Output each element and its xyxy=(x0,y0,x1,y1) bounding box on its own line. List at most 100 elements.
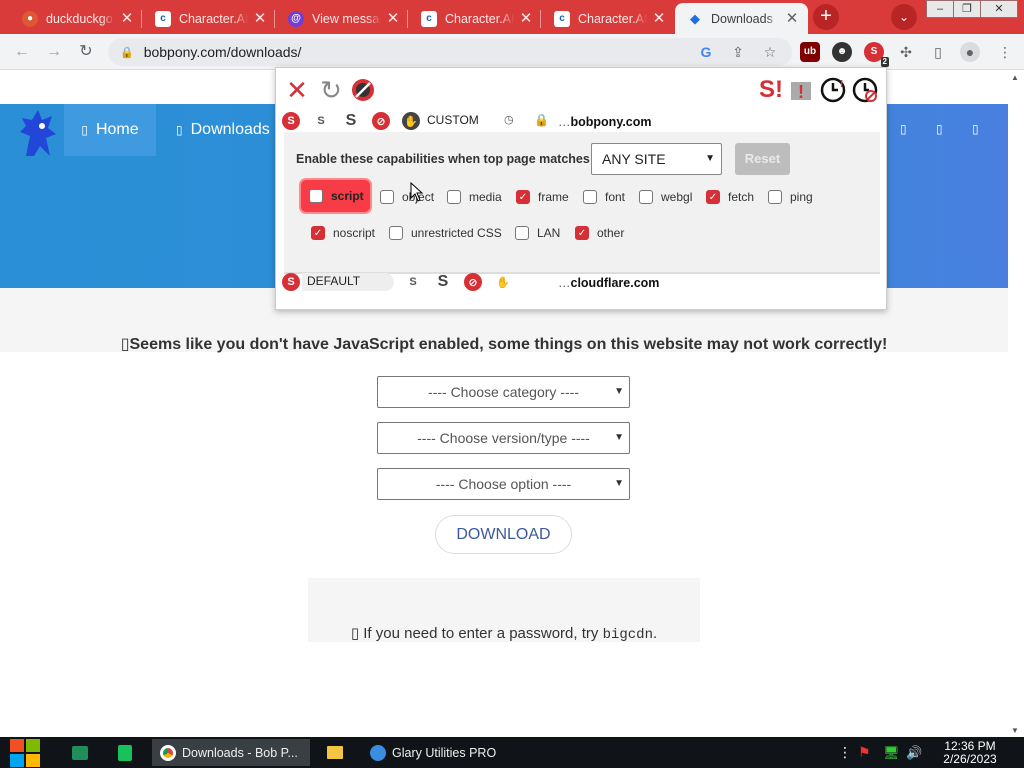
google-icon[interactable]: G xyxy=(696,42,716,62)
capability-noscript[interactable]: ✓ noscript xyxy=(311,224,375,242)
scroll-down-icon[interactable]: ▼ xyxy=(1011,726,1019,735)
tab-view-message[interactable]: @ View message ✕ xyxy=(276,3,409,34)
untrusted-preset-icon[interactable]: ⊘ xyxy=(372,112,390,130)
forward-icon[interactable]: → xyxy=(42,40,66,64)
page-scrollbar[interactable]: ▲ ▼ xyxy=(1008,71,1024,737)
trusted-preset-icon[interactable]: S xyxy=(342,112,360,130)
reload-page-icon[interactable]: ↻ xyxy=(318,75,344,105)
capability-script[interactable]: script xyxy=(301,180,370,212)
close-tab-icon[interactable]: ✕ xyxy=(385,10,401,27)
site-name[interactable]: bobpony.com xyxy=(571,115,652,129)
address-bar[interactable]: 🔒 bobpony.com/downloads/ xyxy=(108,38,792,66)
capability-object[interactable]: object xyxy=(380,188,434,206)
capability-ping[interactable]: ping xyxy=(768,188,813,206)
overflow-icon[interactable]: ⋮ xyxy=(838,737,852,768)
taskbar-app-icon[interactable] xyxy=(72,737,88,768)
profile-icon[interactable]: ● xyxy=(960,42,980,62)
revoke-temp-clock-icon[interactable] xyxy=(852,77,878,103)
tab-downloads[interactable]: ◆ Downloads ✕ xyxy=(675,3,808,34)
scroll-up-icon[interactable]: ▲ xyxy=(1011,73,1019,82)
capability-frame[interactable]: ✓ frame xyxy=(516,188,569,206)
checkbox-checked[interactable]: ✓ xyxy=(706,190,720,204)
trusted-preset-icon[interactable]: S xyxy=(434,273,452,291)
bookmark-star-icon[interactable]: ☆ xyxy=(760,42,780,62)
checkbox[interactable] xyxy=(389,226,403,240)
reload-icon[interactable]: ↻ xyxy=(74,40,98,64)
checkbox[interactable] xyxy=(583,190,597,204)
capability-media[interactable]: media xyxy=(447,188,502,206)
extension-avatar-icon[interactable]: ☻ xyxy=(832,42,852,62)
close-tab-icon[interactable]: ✕ xyxy=(119,10,135,27)
nav-icon[interactable]: ▯ xyxy=(900,122,907,136)
checkbox[interactable] xyxy=(515,226,529,240)
back-icon[interactable]: ← xyxy=(10,40,34,64)
custom-preset-icon[interactable]: ✋ xyxy=(402,112,420,130)
tab-duckduckgo[interactable]: ● duckduckgo ✕ xyxy=(10,3,143,34)
extensions-puzzle-icon[interactable]: ✣ xyxy=(896,42,916,62)
checkbox[interactable] xyxy=(768,190,782,204)
disable-restrictions-tab-icon[interactable]: S! xyxy=(758,76,784,103)
start-button[interactable] xyxy=(8,737,42,768)
capability-lan[interactable]: LAN xyxy=(515,224,560,242)
side-panel-icon[interactable]: ▯ xyxy=(928,42,948,62)
close-tab-icon[interactable]: ✕ xyxy=(252,10,268,27)
nav-home[interactable]: ▯ Home xyxy=(64,104,156,156)
taskbar-chrome[interactable]: Downloads - Bob P... xyxy=(152,739,310,766)
close-popup-icon[interactable]: ✕ xyxy=(284,75,310,105)
noscript-extension-icon[interactable]: S 2 xyxy=(864,42,889,67)
temp-trusted-preset-icon[interactable]: S xyxy=(404,273,422,291)
system-clock[interactable]: 12:36 PM 2/26/2023 xyxy=(930,740,1010,766)
version-select[interactable]: ---- Choose version/type ---- ▼ xyxy=(377,422,630,454)
file-explorer-icon[interactable] xyxy=(327,737,343,768)
checkbox[interactable] xyxy=(639,190,653,204)
site-name[interactable]: cloudflare.com xyxy=(571,276,660,290)
checkbox[interactable] xyxy=(447,190,461,204)
minimize-icon[interactable]: – xyxy=(926,0,954,18)
untrusted-preset-icon[interactable]: ⊘ xyxy=(464,273,482,291)
taskbar-glary[interactable]: Glary Utilities PRO xyxy=(362,739,522,766)
option-select[interactable]: ---- Choose option ---- ▼ xyxy=(377,468,630,500)
close-tab-icon[interactable]: ✕ xyxy=(518,10,534,27)
tab-search-button[interactable]: ⌄ xyxy=(891,4,917,30)
share-icon[interactable]: ⇪ xyxy=(728,42,748,62)
temp-trusted-preset-icon[interactable]: S xyxy=(312,112,330,130)
nav-downloads[interactable]: ▯ Downloads xyxy=(176,104,270,156)
checkbox-checked[interactable]: ✓ xyxy=(575,226,589,240)
https-lock-icon[interactable]: 🔒 xyxy=(534,113,549,127)
nav-icon[interactable]: ▯ xyxy=(972,122,979,136)
ublock-icon[interactable]: ub xyxy=(800,42,820,62)
reset-button[interactable]: Reset xyxy=(735,143,790,175)
flag-icon[interactable]: ⚑ xyxy=(858,737,871,768)
checkbox[interactable] xyxy=(309,189,323,203)
tab-character-ai-3[interactable]: c Character.AI ✕ xyxy=(542,3,675,34)
capability-webgl[interactable]: webgl xyxy=(639,188,692,206)
checkbox-checked[interactable]: ✓ xyxy=(516,190,530,204)
disable-restrictions-globally-icon[interactable]: ! xyxy=(788,77,814,103)
nav-icon[interactable]: ▯ xyxy=(936,122,943,136)
capability-font[interactable]: font xyxy=(583,188,625,206)
chrome-menu-icon[interactable]: ⋮ xyxy=(995,42,1015,62)
options-icon[interactable] xyxy=(350,77,376,103)
network-icon[interactable]: 🖥 xyxy=(883,737,900,768)
tab-character-ai-2[interactable]: c Character.AI ✕ xyxy=(409,3,542,34)
new-tab-button[interactable]: + xyxy=(813,4,839,30)
custom-preset-icon[interactable]: ✋ xyxy=(494,273,512,291)
restore-icon[interactable]: ❐ xyxy=(953,0,981,18)
capability-unrestricted-css[interactable]: unrestricted CSS xyxy=(389,224,502,242)
category-select[interactable]: ---- Choose category ---- ▼ xyxy=(377,376,630,408)
temporary-clock-icon[interactable]: ◷ xyxy=(504,113,514,126)
taskbar-app-icon[interactable] xyxy=(118,737,132,768)
default-preset-icon[interactable]: S xyxy=(282,112,300,130)
top-page-match-select[interactable]: ANY SITE ▼ xyxy=(591,143,722,175)
default-preset-icon[interactable]: S xyxy=(282,273,300,291)
temp-trust-clock-icon[interactable]: ! xyxy=(820,77,846,103)
volume-icon[interactable]: 🔊 xyxy=(906,737,922,768)
capability-other[interactable]: ✓ other xyxy=(575,224,624,242)
tab-character-ai-1[interactable]: c Character.AI ✕ xyxy=(143,3,276,34)
checkbox[interactable] xyxy=(380,190,394,204)
capability-fetch[interactable]: ✓ fetch xyxy=(706,188,754,206)
close-tab-icon[interactable]: ✕ xyxy=(784,10,800,27)
download-button[interactable]: DOWNLOAD xyxy=(435,515,572,554)
close-window-icon[interactable]: ✕ xyxy=(980,0,1018,18)
checkbox-checked[interactable]: ✓ xyxy=(311,226,325,240)
